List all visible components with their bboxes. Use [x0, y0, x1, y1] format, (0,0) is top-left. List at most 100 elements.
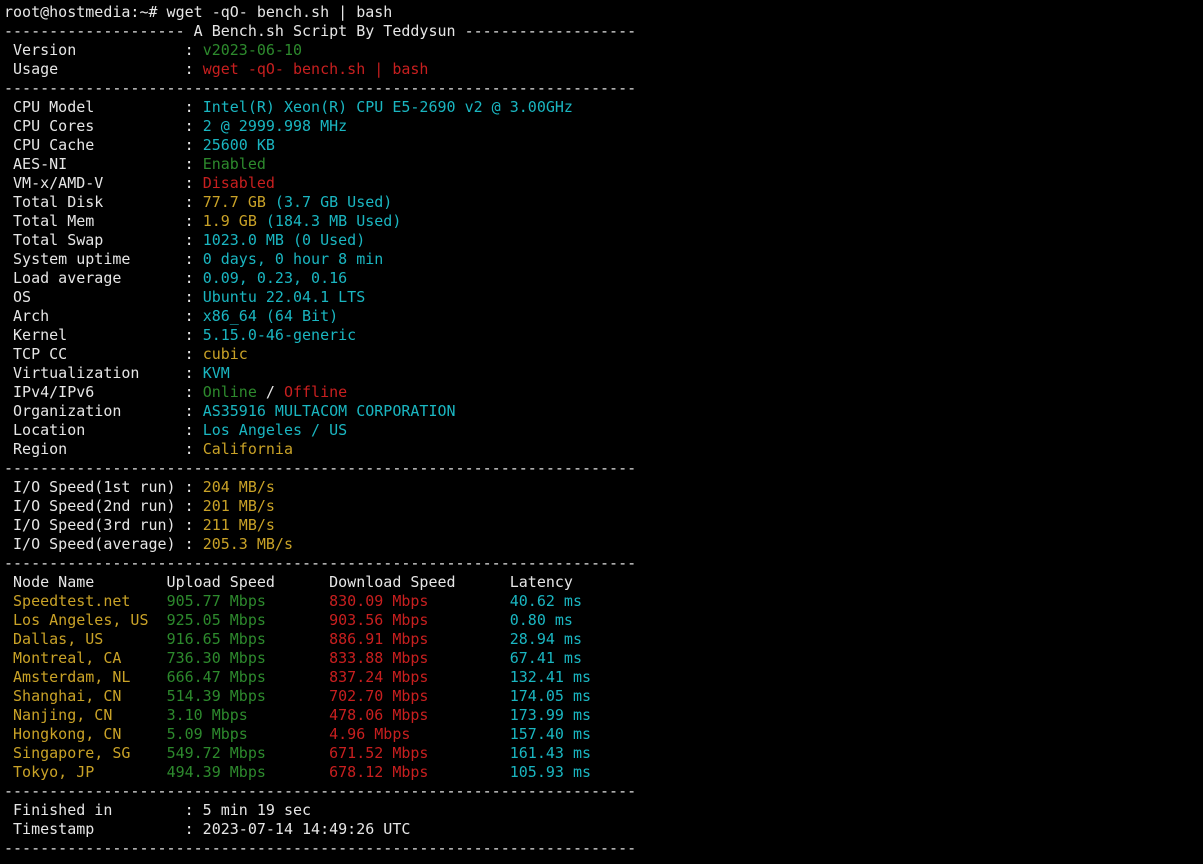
terminal-line: I/O Speed(1st run) : 204 MB/s — [4, 478, 1199, 497]
terminal-text-segment: ----------------------------------------… — [4, 839, 637, 857]
terminal-line: Hongkong, CN 5.09 Mbps 4.96 Mbps 157.40 … — [4, 725, 1199, 744]
terminal-text-segment: Dallas, US — [4, 630, 167, 648]
terminal-text-segment: Intel(R) Xeon(R) CPU E5-2690 v2 @ 3.00GH… — [202, 98, 573, 116]
terminal-text-segment: cubic — [202, 345, 248, 363]
terminal-text-segment: Offline — [283, 383, 348, 401]
terminal-text-segment: Hongkong, CN — [4, 725, 167, 743]
terminal-text-segment: VM-x/AMD-V : — [4, 174, 203, 192]
terminal-line: Finished in : 5 min 19 sec — [4, 801, 1199, 820]
terminal-text-segment: Organization : — [4, 402, 203, 420]
terminal-line: Total Disk : 77.7 GB (3.7 GB Used) — [4, 193, 1199, 212]
terminal-text-segment: x86_64 (64 Bit) — [202, 307, 339, 325]
terminal-line: Los Angeles, US 925.05 Mbps 903.56 Mbps … — [4, 611, 1199, 630]
terminal-text-segment: 205.3 MB/s — [202, 535, 293, 553]
terminal-text-segment: Los Angeles, US — [4, 611, 167, 629]
terminal-line: Speedtest.net 905.77 Mbps 830.09 Mbps 40… — [4, 592, 1199, 611]
terminal-text-segment: 905.77 Mbps — [166, 592, 330, 610]
terminal-text-segment: (3.7 GB Used) — [265, 193, 393, 211]
terminal-text-segment: OS : — [4, 288, 203, 306]
terminal-text-segment: AES-NI : — [4, 155, 203, 173]
terminal-text-segment: 830.09 Mbps — [329, 592, 510, 610]
terminal-text-segment: 514.39 Mbps — [166, 687, 330, 705]
terminal-text-segment: 666.47 Mbps — [166, 668, 330, 686]
terminal-text-segment: IPv4/IPv6 : — [4, 383, 203, 401]
terminal-line: root@hostmedia:~# wget -qO- bench.sh | b… — [4, 3, 1199, 22]
terminal-line: CPU Cores : 2 @ 2999.998 MHz — [4, 117, 1199, 136]
terminal-text-segment: AS35916 MULTACOM CORPORATION — [202, 402, 456, 420]
terminal-text-segment: I/O Speed(3rd run) : — [4, 516, 203, 534]
terminal-text-segment: 132.41 ms — [509, 668, 619, 686]
terminal-text-segment: California — [202, 440, 293, 458]
terminal-text-segment: KVM — [202, 364, 230, 382]
terminal-text-segment: 0 days, 0 hour 8 min — [202, 250, 384, 268]
terminal-text-segment: 702.70 Mbps — [329, 687, 510, 705]
terminal-line: Kernel : 5.15.0-46-generic — [4, 326, 1199, 345]
terminal-text-segment: I/O Speed(2nd run) : — [4, 497, 203, 515]
terminal-text-segment: Amsterdam, NL — [4, 668, 167, 686]
terminal-text-segment: 25600 KB — [202, 136, 275, 154]
terminal-line: Dallas, US 916.65 Mbps 886.91 Mbps 28.94… — [4, 630, 1199, 649]
terminal-text-segment: 0.80 ms — [509, 611, 619, 629]
terminal-text-segment: System uptime : — [4, 250, 203, 268]
terminal-line: ----------------------------------------… — [4, 554, 1199, 573]
terminal-line: Nanjing, CN 3.10 Mbps 478.06 Mbps 173.99… — [4, 706, 1199, 725]
terminal-text-segment: Total Swap : — [4, 231, 203, 249]
terminal-line: VM-x/AMD-V : Disabled — [4, 174, 1199, 193]
terminal-window[interactable]: root@hostmedia:~# wget -qO- bench.sh | b… — [4, 3, 1199, 864]
terminal-line: CPU Cache : 25600 KB — [4, 136, 1199, 155]
terminal-text-segment: 678.12 Mbps — [329, 763, 510, 781]
terminal-line: ----------------------------------------… — [4, 459, 1199, 478]
terminal-text-segment: ----------------------------------------… — [4, 782, 637, 800]
terminal-text-segment: -------------------- A Bench.sh Script B… — [4, 22, 637, 40]
terminal-text-segment: I/O Speed(1st run) : — [4, 478, 203, 496]
terminal-text-segment: Disabled — [202, 174, 275, 192]
terminal-text-segment: 28.94 ms — [509, 630, 619, 648]
terminal-text-segment: Location : — [4, 421, 203, 439]
terminal-text-segment: 40.62 ms — [509, 592, 619, 610]
terminal-text-segment: ----------------------------------------… — [4, 459, 637, 477]
terminal-text-segment: ----------------------------------------… — [4, 554, 637, 572]
terminal-text-segment: Ubuntu 22.04.1 LTS — [202, 288, 366, 306]
terminal-text-segment: Shanghai, CN — [4, 687, 167, 705]
terminal-text-segment: Version : — [4, 41, 203, 59]
terminal-text-segment: root@hostmedia:~# wget -qO- bench.sh | b… — [4, 3, 393, 21]
terminal-line: Tokyo, JP 494.39 Mbps 678.12 Mbps 105.93… — [4, 763, 1199, 782]
terminal-line: Montreal, CA 736.30 Mbps 833.88 Mbps 67.… — [4, 649, 1199, 668]
terminal-line: System uptime : 0 days, 0 hour 8 min — [4, 250, 1199, 269]
terminal-text-segment: 5.09 Mbps — [166, 725, 330, 743]
terminal-text-segment: Arch : — [4, 307, 203, 325]
terminal-line: Node Name Upload Speed Download Speed La… — [4, 573, 1199, 592]
terminal-text-segment: 671.52 Mbps — [329, 744, 510, 762]
terminal-line: ----------------------------------------… — [4, 839, 1199, 858]
terminal-text-segment: 201 MB/s — [202, 497, 275, 515]
terminal-text-segment: Load average : — [4, 269, 203, 287]
terminal-text-segment: / — [256, 383, 284, 401]
terminal-line: ----------------------------------------… — [4, 79, 1199, 98]
terminal-line: IPv4/IPv6 : Online / Offline — [4, 383, 1199, 402]
terminal-text-segment: Finished in : 5 min 19 sec — [4, 801, 312, 819]
terminal-text-segment: (184.3 MB Used) — [256, 212, 402, 230]
terminal-line: Singapore, SG 549.72 Mbps 671.52 Mbps 16… — [4, 744, 1199, 763]
terminal-text-segment: 5.15.0-46-generic — [202, 326, 357, 344]
terminal-text-segment: 549.72 Mbps — [166, 744, 330, 762]
terminal-text-segment: Usage : — [4, 60, 203, 78]
terminal-text-segment: 736.30 Mbps — [166, 649, 330, 667]
terminal-text-segment: 4.96 Mbps — [329, 725, 510, 743]
terminal-text-segment: CPU Cache : — [4, 136, 203, 154]
terminal-text-segment: 2 @ 2999.998 MHz — [202, 117, 348, 135]
terminal-text-segment: Kernel : — [4, 326, 203, 344]
terminal-text-segment: Total Disk : — [4, 193, 203, 211]
terminal-text-segment: 494.39 Mbps — [166, 763, 330, 781]
terminal-line: Region : California — [4, 440, 1199, 459]
terminal-line: Shanghai, CN 514.39 Mbps 702.70 Mbps 174… — [4, 687, 1199, 706]
terminal-text-segment: TCP CC : — [4, 345, 203, 363]
terminal-text-segment: 174.05 ms — [509, 687, 619, 705]
terminal-line: OS : Ubuntu 22.04.1 LTS — [4, 288, 1199, 307]
terminal-text-segment: 173.99 ms — [509, 706, 619, 724]
terminal-text-segment: 886.91 Mbps — [329, 630, 510, 648]
terminal-text-segment: 161.43 ms — [509, 744, 619, 762]
terminal-text-segment: ----------------------------------------… — [4, 79, 637, 97]
terminal-text-segment: wget -qO- bench.sh | bash — [202, 60, 429, 78]
terminal-line: Arch : x86_64 (64 Bit) — [4, 307, 1199, 326]
terminal-line: Timestamp : 2023-07-14 14:49:26 UTC — [4, 820, 1199, 839]
